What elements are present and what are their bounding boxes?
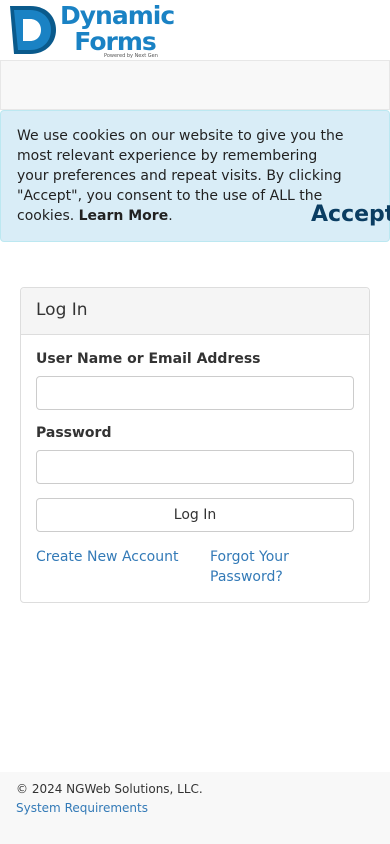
forgot-password-line2: Password?	[210, 569, 283, 585]
cookie-message: We use cookies on our website to give yo…	[17, 126, 347, 226]
login-panel-heading: Log In	[21, 288, 369, 335]
brand-logo[interactable]: Dynamic Forms Powered by Next Gen	[4, 1, 175, 59]
brand-wordmark: Dynamic Forms	[60, 1, 175, 56]
forgot-password-line1: Forgot Your	[210, 549, 289, 565]
learn-more-link[interactable]: Learn More	[79, 208, 169, 224]
login-button[interactable]: Log In	[36, 498, 354, 532]
password-field[interactable]	[36, 450, 354, 484]
copyright-text: © 2024 NGWeb Solutions, LLC.	[16, 782, 203, 796]
header: Dynamic Forms Powered by Next Gen	[0, 0, 390, 61]
forgot-password-link[interactable]: Forgot Your Password?	[210, 547, 289, 587]
password-label: Password	[36, 425, 112, 441]
footer: © 2024 NGWeb Solutions, LLC. System Requ…	[0, 772, 390, 844]
create-account-link[interactable]: Create New Account	[36, 547, 178, 567]
accept-cookies-button[interactable]: Accept	[305, 199, 390, 229]
brand-tagline: Powered by Next Gen	[104, 53, 158, 59]
cookie-message-text: We use cookies on our website to give yo…	[17, 128, 344, 224]
navbar	[0, 60, 390, 110]
brand-line1: Dynamic	[60, 1, 175, 30]
username-field[interactable]	[36, 376, 354, 410]
login-panel: Log In User Name or Email Address Passwo…	[20, 287, 370, 603]
cookie-banner: We use cookies on our website to give yo…	[0, 110, 390, 242]
system-requirements-link[interactable]: System Requirements	[16, 800, 148, 816]
cookie-period: .	[168, 208, 173, 224]
brand-logo-mark-icon	[10, 6, 56, 54]
username-label: User Name or Email Address	[36, 351, 261, 367]
brand-line2: Forms	[74, 27, 157, 56]
